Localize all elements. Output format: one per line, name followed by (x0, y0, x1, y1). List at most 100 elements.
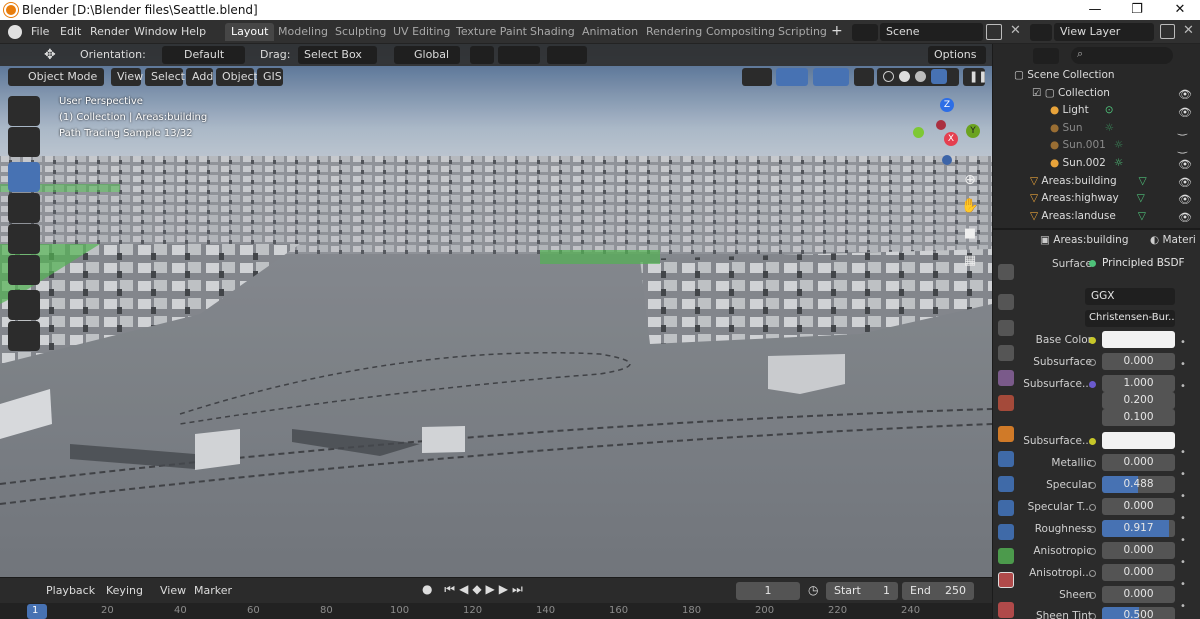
particles-properties-icon[interactable] (998, 476, 1014, 492)
mode-dropdown[interactable]: Object Mode (8, 68, 104, 86)
roughness-field[interactable]: 0.917 (1102, 520, 1175, 537)
gizmo-neg-y[interactable] (913, 127, 924, 138)
tab-shading[interactable]: Shading (524, 23, 581, 41)
keying-menu[interactable]: Keying (106, 584, 143, 597)
menu-file[interactable]: File (31, 25, 49, 38)
gizmo-z-axis[interactable]: Z (940, 98, 954, 112)
sheen-tint-field[interactable]: 0.500 (1102, 607, 1175, 619)
gizmo-neg-z[interactable] (942, 155, 952, 165)
surface-shader-field[interactable]: Principled BSDF (1102, 257, 1185, 269)
playback-controls[interactable]: ● ⏮◀◆▶▶⏭ (422, 582, 544, 600)
pivot-icon[interactable] (470, 46, 494, 64)
metallic-field[interactable]: 0.000 (1102, 454, 1175, 471)
zoom-icon[interactable]: ⊕ (961, 172, 979, 190)
visibility-eye-icons[interactable]: 👁 👁 ‿ ‿ 👁 👁 👁 👁 (1178, 86, 1192, 226)
outliner-item-sun[interactable]: ● Sun ☼ (1050, 122, 1114, 139)
measure-tool-icon[interactable] (8, 321, 40, 351)
options-dropdown[interactable]: Options (928, 46, 986, 64)
rendered-shading-icon[interactable] (931, 69, 947, 84)
menu-window[interactable]: Window (134, 25, 177, 38)
current-frame-field[interactable]: 1 (736, 582, 800, 600)
outliner-item-areas-landuse[interactable]: ▽ Areas:landuse ▽ (1030, 210, 1146, 227)
menu-render[interactable]: Render (90, 25, 129, 38)
blender-menu-icon[interactable] (8, 25, 22, 39)
subsurface-field[interactable]: 0.000 (1102, 353, 1175, 370)
new-view-layer-icon[interactable] (1160, 24, 1175, 39)
keyframe-dots[interactable]: •••••••••••• (1180, 332, 1186, 619)
rotate-tool-icon[interactable] (8, 193, 40, 223)
anisotropic-field[interactable]: 0.000 (1102, 542, 1175, 559)
wireframe-shading-icon[interactable] (883, 71, 894, 82)
transform-tool-icon[interactable] (8, 255, 40, 285)
render-properties-icon[interactable] (998, 294, 1014, 310)
pan-hand-icon[interactable]: ✋ (961, 198, 979, 216)
world-properties-icon[interactable] (998, 395, 1014, 411)
orientation-dropdown[interactable]: Default (162, 46, 245, 64)
stopwatch-icon[interactable]: ◷ (808, 583, 822, 597)
outliner-item-scene-collection[interactable]: ▢ Scene Collection (1014, 69, 1115, 86)
scene-properties-icon[interactable] (998, 370, 1014, 386)
subsurface-color-swatch[interactable] (1102, 432, 1175, 449)
gis-menu[interactable]: GIS (257, 68, 283, 86)
outliner-editor-icon[interactable] (1003, 48, 1027, 64)
camera-view-icon[interactable]: ■ (961, 226, 979, 244)
material-properties-icon[interactable] (998, 572, 1014, 588)
add-menu[interactable]: Add (186, 68, 213, 86)
close-button[interactable]: ✕ (1165, 1, 1195, 19)
mesh-data-properties-icon[interactable] (998, 548, 1014, 564)
outliner-item-sun-002[interactable]: ● Sun.002 ☼ (1050, 157, 1123, 174)
menu-edit[interactable]: Edit (60, 25, 81, 38)
xray-icon[interactable] (854, 68, 874, 86)
texture-properties-icon[interactable] (998, 602, 1014, 618)
subsurface-radius-z-field[interactable]: 0.100 (1102, 409, 1175, 426)
ortho-grid-icon[interactable]: ▦ (961, 253, 979, 271)
tab-compositing[interactable]: Compositing (700, 23, 781, 41)
subsurface-method-dropdown[interactable]: Christensen-Bur... (1085, 310, 1175, 327)
drag-dropdown[interactable]: Select Box (298, 46, 377, 64)
editor-type-icon[interactable] (8, 47, 34, 64)
menu-help[interactable]: Help (181, 25, 206, 38)
solid-shading-icon[interactable] (899, 71, 910, 82)
start-frame-field[interactable]: Start 1 (826, 582, 898, 600)
view-layer-field[interactable]: View Layer (1054, 23, 1154, 41)
object-menu[interactable]: Object (216, 68, 258, 86)
add-workspace-icon[interactable]: + (831, 23, 843, 39)
scene-field[interactable]: Scene (880, 23, 983, 41)
pause-render-icon[interactable]: ❚❚ (963, 68, 987, 86)
anisotropic-rotation-field[interactable]: 0.000 (1102, 564, 1175, 581)
distribution-dropdown[interactable]: GGX (1085, 288, 1175, 305)
outliner-item-areas-building[interactable]: ▽ Areas:building ▽ (1030, 175, 1147, 192)
filter-icon[interactable] (1179, 48, 1195, 64)
properties-editor-icon[interactable] (1003, 234, 1025, 250)
select-menu[interactable]: Select (145, 68, 185, 86)
specular-field[interactable]: 0.488 (1102, 476, 1175, 493)
minimize-button[interactable]: — (1080, 1, 1110, 19)
tab-animation[interactable]: Animation (576, 23, 644, 41)
viewport-render[interactable] (0, 44, 992, 577)
outliner-item-light[interactable]: ● Light ⊙ (1050, 104, 1114, 121)
view-layer-selector-icon[interactable] (1030, 24, 1052, 41)
playback-menu[interactable]: Playback (46, 584, 95, 597)
display-mode-icon[interactable] (1033, 48, 1059, 64)
tool-properties-icon[interactable] (998, 264, 1014, 280)
visibility-icon[interactable] (742, 68, 772, 86)
object-properties-icon[interactable] (998, 426, 1014, 442)
tab-layout[interactable]: Layout (225, 23, 275, 41)
gizmo-x-axis[interactable]: X (944, 132, 958, 146)
tab-scripting[interactable]: Scripting (772, 23, 833, 41)
material-shading-icon[interactable] (915, 71, 926, 82)
gizmo-neg-x[interactable] (936, 120, 946, 130)
end-frame-field[interactable]: End 250 (902, 582, 974, 600)
outliner-item-sun-001[interactable]: ● Sun.001 ☼ (1050, 139, 1123, 156)
remove-view-layer-icon[interactable]: ✕ (1183, 24, 1197, 38)
view-layer-properties-icon[interactable] (998, 345, 1014, 361)
proportional-edit-icon[interactable] (547, 46, 587, 64)
specular-tint-field[interactable]: 0.000 (1102, 498, 1175, 515)
overlay-toggle-icon[interactable] (813, 68, 849, 86)
maximize-button[interactable]: ❐ (1122, 1, 1152, 19)
modifier-properties-icon[interactable] (998, 451, 1014, 467)
cursor-tool-icon[interactable] (8, 127, 40, 157)
move-tool-icon[interactable] (8, 162, 40, 192)
annotate-tool-icon[interactable] (8, 290, 40, 320)
gizmo-y-axis[interactable]: Y (966, 124, 980, 138)
